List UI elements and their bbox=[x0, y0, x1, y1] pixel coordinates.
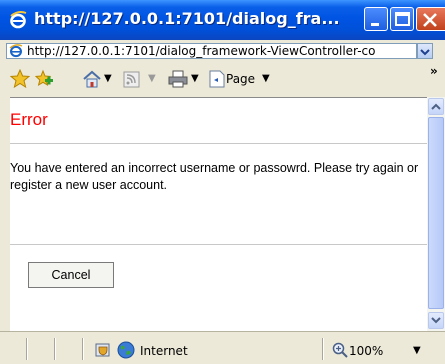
home-dropdown-icon[interactable]: ▼ bbox=[104, 73, 112, 84]
status-bar: Internet 100% ▼ bbox=[0, 331, 445, 364]
browser-window: http://127.0.0.1:7101/dialog_fra... http… bbox=[0, 0, 445, 364]
ie-logo-icon bbox=[10, 11, 27, 29]
scroll-thumb[interactable] bbox=[428, 117, 444, 309]
url-text: http://127.0.0.1:7101/dialog_framework-V… bbox=[27, 44, 376, 58]
zoom-dropdown-icon[interactable]: ▼ bbox=[413, 345, 421, 356]
title-bar[interactable]: http://127.0.0.1:7101/dialog_fra... bbox=[0, 0, 445, 40]
address-field[interactable]: http://127.0.0.1:7101/dialog_framework-V… bbox=[6, 43, 417, 59]
home-icon[interactable] bbox=[82, 69, 102, 89]
feeds-icon[interactable] bbox=[122, 69, 142, 89]
page-icon bbox=[9, 44, 23, 58]
page-menu-label[interactable]: Page bbox=[226, 72, 255, 86]
error-message: You have entered an incorrect username o… bbox=[10, 161, 419, 192]
chevron-down-icon bbox=[431, 317, 441, 324]
minimize-button[interactable] bbox=[364, 7, 388, 31]
scroll-down-button[interactable] bbox=[428, 312, 444, 329]
error-title: Error bbox=[10, 110, 48, 129]
zoom-icon[interactable] bbox=[332, 342, 348, 358]
status-separator bbox=[322, 338, 323, 360]
divider bbox=[10, 143, 427, 144]
cancel-button[interactable]: Cancel bbox=[28, 262, 114, 288]
close-button[interactable] bbox=[416, 7, 445, 31]
page-content: Error You have entered an incorrect user… bbox=[10, 97, 427, 332]
page-dropdown-icon[interactable]: ▼ bbox=[262, 73, 270, 84]
address-bar: http://127.0.0.1:7101/dialog_framework-V… bbox=[0, 40, 445, 63]
divider bbox=[10, 244, 427, 245]
address-dropdown-button[interactable] bbox=[417, 43, 433, 59]
internet-globe-icon bbox=[117, 341, 135, 359]
print-dropdown-icon[interactable]: ▼ bbox=[191, 73, 199, 84]
status-separator bbox=[54, 338, 55, 360]
maximize-icon bbox=[395, 12, 410, 26]
toolbar-overflow-chevron[interactable]: » bbox=[430, 64, 438, 78]
security-zone-label: Internet bbox=[140, 344, 188, 358]
status-separator bbox=[82, 338, 83, 360]
scroll-up-button[interactable] bbox=[428, 98, 444, 115]
window-title: http://127.0.0.1:7101/dialog_fra... bbox=[34, 9, 340, 28]
maximize-button[interactable] bbox=[390, 7, 414, 31]
zoom-level[interactable]: 100% bbox=[349, 344, 383, 358]
favorites-star-icon[interactable] bbox=[10, 69, 30, 89]
status-separator bbox=[26, 338, 27, 360]
command-bar: ▼ ▼ ▼ Page ▼ » bbox=[0, 62, 445, 97]
minimize-icon bbox=[371, 23, 379, 26]
chevron-up-icon bbox=[431, 103, 441, 110]
print-icon[interactable] bbox=[167, 69, 189, 89]
vertical-scrollbar[interactable] bbox=[427, 97, 445, 331]
chevron-down-icon bbox=[420, 49, 430, 56]
add-favorites-icon[interactable] bbox=[34, 69, 54, 89]
close-icon bbox=[423, 13, 437, 27]
feeds-dropdown-icon[interactable]: ▼ bbox=[148, 73, 156, 84]
page-menu-icon[interactable] bbox=[208, 69, 226, 89]
protected-mode-icon[interactable] bbox=[94, 341, 112, 359]
